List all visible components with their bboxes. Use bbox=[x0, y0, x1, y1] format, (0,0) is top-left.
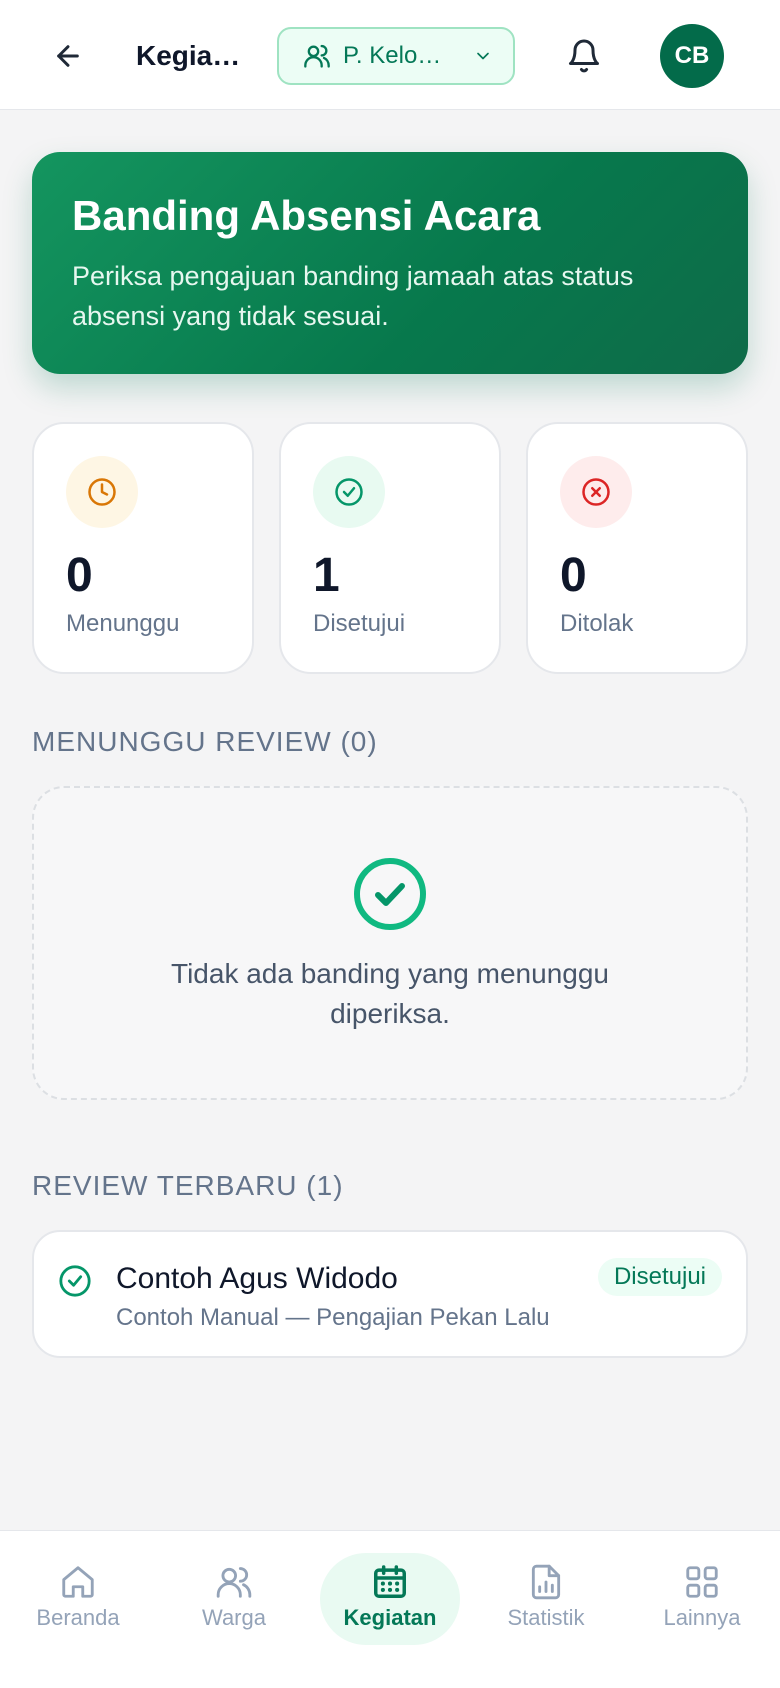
stat-icon-wrap bbox=[66, 456, 138, 528]
users-icon bbox=[216, 1567, 252, 1598]
nav-label: Lainnya bbox=[663, 1605, 741, 1630]
check-circle-icon bbox=[354, 858, 426, 930]
top-app-bar: Kegiatan P. Kelompok CB bbox=[0, 0, 780, 110]
check-circle-icon bbox=[335, 478, 363, 506]
review-subtitle: Contoh Manual — Pengajian Pekan Lalu bbox=[116, 1304, 550, 1331]
nav-label: Beranda bbox=[36, 1605, 120, 1630]
bell-icon bbox=[569, 39, 599, 73]
recent-section-title: REVIEW TERBARU (1) bbox=[32, 1170, 344, 1201]
status-badge: Disetujui bbox=[597, 1258, 722, 1296]
nav-item-statistik[interactable]: Statistik bbox=[476, 1553, 616, 1645]
bottom-navigation: Beranda Warga Kegiatan Statistik Lainnya bbox=[0, 1530, 780, 1688]
nav-label: Kegiatan bbox=[343, 1605, 437, 1630]
chart-file-icon bbox=[531, 1564, 561, 1600]
chevron-down-icon bbox=[477, 52, 489, 60]
back-button[interactable] bbox=[46, 34, 90, 78]
review-list-item[interactable]: Contoh Agus Widodo Contoh Manual — Penga… bbox=[32, 1230, 748, 1358]
avatar[interactable]: CB bbox=[660, 24, 724, 88]
nav-item-beranda[interactable]: Beranda bbox=[8, 1553, 148, 1645]
group-selector[interactable]: P. Kelompok bbox=[277, 27, 515, 85]
stat-card-pending[interactable]: 0 Menunggu bbox=[32, 422, 254, 674]
home-icon bbox=[62, 1566, 94, 1598]
grid-icon bbox=[686, 1566, 718, 1598]
stat-card-rejected[interactable]: 0 Ditolak bbox=[526, 422, 748, 674]
stat-icon-wrap bbox=[560, 456, 632, 528]
users-icon bbox=[304, 44, 330, 68]
clock-icon bbox=[88, 478, 116, 506]
group-selector-label: P. Kelompok bbox=[343, 42, 461, 69]
stat-value: 0 bbox=[560, 549, 587, 602]
x-circle-icon bbox=[582, 478, 610, 506]
nav-item-kegiatan[interactable]: Kegiatan bbox=[320, 1553, 460, 1645]
review-name: Contoh Agus Widodo bbox=[116, 1262, 398, 1295]
pending-section-title: MENUNGGU REVIEW (0) bbox=[32, 726, 378, 757]
hero-banner: Banding Absensi Acara Periksa pengajuan … bbox=[32, 152, 748, 374]
nav-item-warga[interactable]: Warga bbox=[164, 1553, 304, 1645]
nav-label: Statistik bbox=[507, 1605, 585, 1630]
stat-label: Disetujui bbox=[313, 610, 406, 637]
nav-label: Warga bbox=[202, 1605, 266, 1630]
stat-label: Ditolak bbox=[560, 610, 634, 637]
page-title: Kegiatan bbox=[136, 40, 248, 71]
hero-description: Periksa pengajuan banding jamaah atas st… bbox=[72, 261, 634, 331]
check-circle-icon bbox=[59, 1265, 91, 1297]
stat-value: 1 bbox=[313, 549, 340, 602]
stat-value: 0 bbox=[66, 549, 93, 602]
nav-item-lainnya[interactable]: Lainnya bbox=[632, 1553, 772, 1645]
stat-icon-wrap bbox=[313, 456, 385, 528]
empty-state-text: Tidak ada banding yang menunggu diperiks… bbox=[171, 958, 609, 1029]
stat-card-approved[interactable]: 1 Disetujui bbox=[279, 422, 501, 674]
notifications-button[interactable] bbox=[562, 34, 606, 78]
calendar-icon bbox=[374, 1565, 406, 1598]
stat-label: Menunggu bbox=[66, 610, 180, 637]
hero-title: Banding Absensi Acara bbox=[72, 192, 541, 239]
pending-empty-state: Tidak ada banding yang menunggu diperiks… bbox=[32, 786, 748, 1100]
arrow-left-icon bbox=[57, 45, 79, 67]
